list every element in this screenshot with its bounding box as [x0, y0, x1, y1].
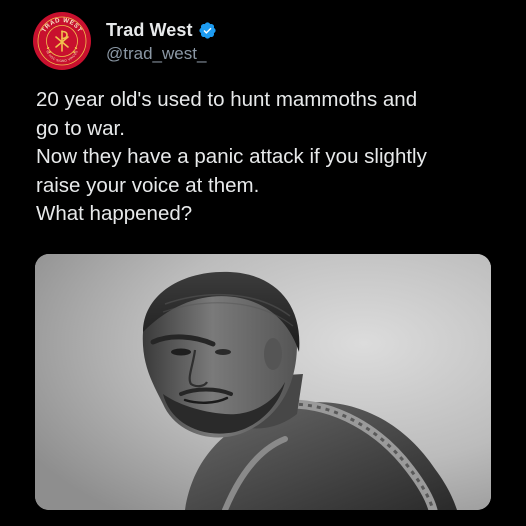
author-display-name[interactable]: Trad West	[106, 20, 193, 41]
monochrome-portrait-photo	[35, 254, 491, 510]
author-block: Trad West @trad_west_	[106, 18, 217, 64]
author-handle[interactable]: @trad_west_	[106, 44, 217, 64]
tweet-text-line: go to war.	[36, 116, 125, 140]
avatar[interactable]: TRAD WEST IN HOC SIGNO VINCES	[33, 12, 91, 70]
verified-badge-icon	[198, 21, 216, 39]
tweet-text-line: Now they have a panic attack if you slig…	[36, 145, 427, 168]
author-name-row: Trad West	[106, 18, 217, 42]
tweet-media-image[interactable]	[35, 254, 491, 510]
tweet-text-line: 20 year old's used to hunt mammoths and	[36, 88, 418, 111]
tweet-card: TRAD WEST IN HOC SIGNO VINCES Trad West …	[0, 0, 526, 526]
tweet-text-line: What happened?	[36, 202, 193, 225]
tweet-text-line: raise your voice at them.	[36, 173, 260, 197]
tweet-text: 20 year old's used to hunt mammoths and …	[36, 86, 506, 229]
trad-west-logo-icon: TRAD WEST IN HOC SIGNO VINCES	[33, 12, 91, 70]
